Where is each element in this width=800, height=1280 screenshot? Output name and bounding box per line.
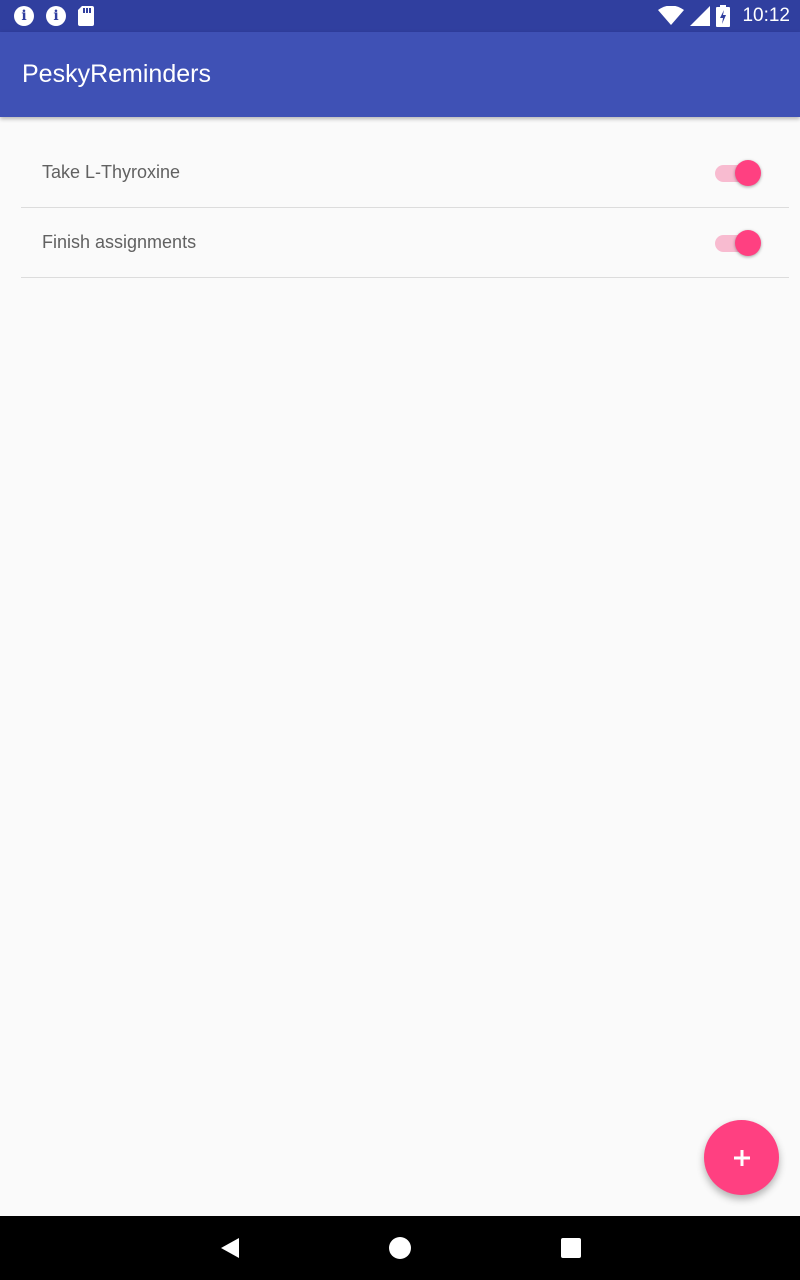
reminder-label: Take L-Thyroxine <box>42 162 181 182</box>
wifi-icon <box>658 6 685 25</box>
toggle-thumb <box>735 230 761 256</box>
cell-signal-icon <box>690 6 711 26</box>
reminder-label: Finish assignments <box>42 232 197 252</box>
home-icon[interactable] <box>388 1236 412 1260</box>
navigation-bar <box>0 1216 800 1280</box>
sd-card-icon <box>78 6 94 26</box>
app-bar: PeskyReminders <box>0 32 800 117</box>
back-icon[interactable] <box>218 1236 242 1260</box>
system-icons: 10:12 <box>658 4 790 28</box>
plus-icon <box>733 1149 750 1166</box>
reminder-toggle[interactable] <box>715 228 763 258</box>
toggle-thumb <box>735 160 761 186</box>
clock: 10:12 <box>742 5 790 26</box>
reminder-toggle[interactable] <box>715 158 763 188</box>
add-reminder-button[interactable] <box>704 1120 779 1195</box>
notification-icons: i i <box>14 6 94 26</box>
recents-icon[interactable] <box>559 1236 583 1260</box>
info-icon: i <box>14 6 34 26</box>
reminder-list: Take L-Thyroxine Finish assignments <box>21 138 789 278</box>
info-icon: i <box>46 6 66 26</box>
app-title: PeskyReminders <box>22 60 211 88</box>
battery-charging-icon <box>716 5 731 27</box>
status-bar: i i 10:12 <box>0 0 800 32</box>
reminder-row[interactable]: Take L-Thyroxine <box>21 138 789 208</box>
reminder-row[interactable]: Finish assignments <box>21 208 789 278</box>
